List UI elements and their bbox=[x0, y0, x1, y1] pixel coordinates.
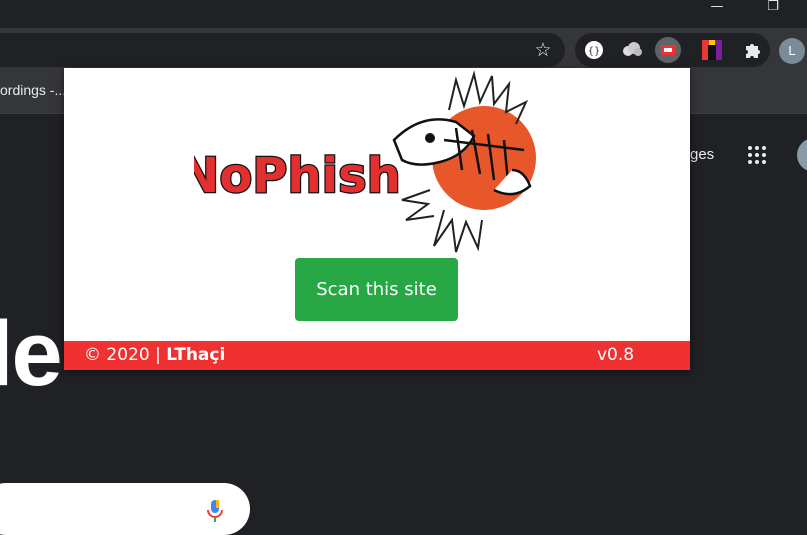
popup-footer: © 2020 | LThaçi v0.8 bbox=[64, 341, 690, 370]
svg-text:{}: {} bbox=[588, 46, 601, 57]
nophish-logo: NoPhish bbox=[194, 70, 536, 253]
minimize-icon[interactable]: — bbox=[702, 0, 732, 20]
restore-icon[interactable]: ❐ bbox=[758, 0, 788, 20]
copyright-text: © 2020 | bbox=[84, 345, 167, 365]
footer-copyright: © 2020 | LThaçi bbox=[84, 345, 225, 365]
nophish-popup: NoPhish Scan this site © 2020 | LThaçi v… bbox=[64, 68, 690, 370]
profile-avatar[interactable]: L bbox=[779, 38, 805, 64]
version-label: v0.8 bbox=[597, 345, 635, 365]
toolbar: ☆ {} L bbox=[0, 28, 807, 73]
logo-text: NoPhish bbox=[194, 148, 401, 204]
scan-site-button[interactable]: Scan this site bbox=[295, 258, 458, 321]
address-bar[interactable]: ☆ bbox=[0, 33, 565, 67]
microphone-icon[interactable] bbox=[204, 498, 226, 524]
bookmark-item[interactable]: ordings -... bbox=[0, 82, 66, 98]
extensions-area: {} bbox=[575, 33, 770, 67]
account-avatar[interactable] bbox=[797, 138, 807, 172]
google-logo-fragment: le bbox=[0, 303, 63, 405]
color-pick-icon[interactable] bbox=[699, 37, 725, 63]
json-viewer-icon[interactable]: {} bbox=[581, 37, 607, 63]
author-name: LThaçi bbox=[166, 345, 226, 365]
apps-grid-icon[interactable] bbox=[748, 146, 768, 166]
cloud-icon[interactable] bbox=[619, 37, 645, 63]
nophish-icon[interactable] bbox=[655, 37, 681, 63]
title-bar: — ❐ bbox=[0, 0, 807, 28]
bookmark-star-icon[interactable]: ☆ bbox=[530, 37, 556, 63]
images-link[interactable]: ges bbox=[690, 146, 714, 163]
puzzle-icon[interactable] bbox=[739, 37, 765, 63]
